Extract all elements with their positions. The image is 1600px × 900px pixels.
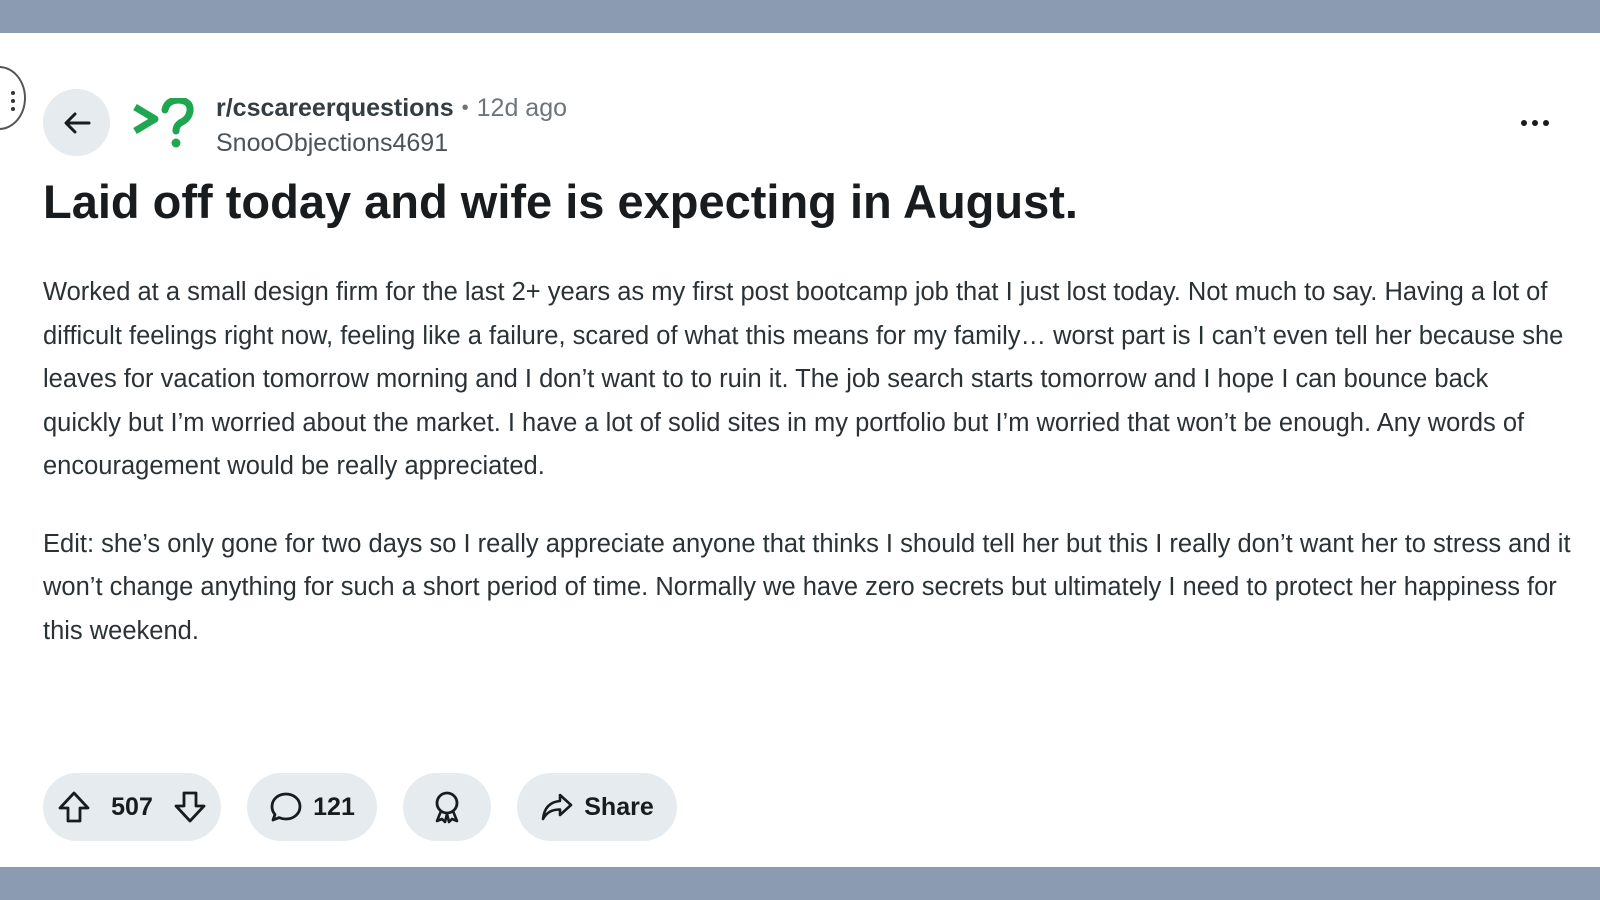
more-horizontal-icon xyxy=(1521,120,1549,126)
share-arrow-icon xyxy=(540,790,574,824)
vote-count: 507 xyxy=(111,792,153,821)
arrow-down-icon xyxy=(174,791,206,823)
speech-bubble-icon xyxy=(269,790,303,824)
post-age: 12d ago xyxy=(476,94,568,122)
post-meta: r/cscareerquestions • 12d ago SnooObject… xyxy=(216,93,567,158)
arrow-up-icon xyxy=(58,791,90,823)
comment-count: 121 xyxy=(313,792,355,821)
vote-control: 507 xyxy=(43,773,221,841)
subreddit-link[interactable]: r/cscareerquestions xyxy=(216,93,454,123)
meta-separator: • xyxy=(461,97,469,119)
more-options-button[interactable] xyxy=(1510,108,1560,138)
post-paragraph: Edit: she’s only gone for two days so I … xyxy=(43,529,1571,645)
back-button[interactable] xyxy=(43,89,110,156)
share-button[interactable]: Share xyxy=(517,773,677,841)
subreddit-logo-icon[interactable] xyxy=(131,98,201,148)
post-action-bar: 507 121 Share xyxy=(43,773,677,841)
downvote-button[interactable] xyxy=(173,790,207,824)
award-ribbon-icon xyxy=(435,791,459,824)
post-body: Worked at a small design firm for the la… xyxy=(43,271,1571,687)
post-paragraph: Worked at a small design firm for the la… xyxy=(43,278,1564,480)
arrow-left-icon xyxy=(64,112,90,133)
share-label: Share xyxy=(584,792,654,821)
menu-dots-icon xyxy=(11,91,15,111)
upvote-button[interactable] xyxy=(57,790,91,824)
author-link[interactable]: SnooObjections4691 xyxy=(216,128,567,158)
award-button[interactable] xyxy=(403,773,491,841)
post-title: Laid off today and wife is expecting in … xyxy=(43,175,1078,228)
comments-button[interactable]: 121 xyxy=(247,773,377,841)
